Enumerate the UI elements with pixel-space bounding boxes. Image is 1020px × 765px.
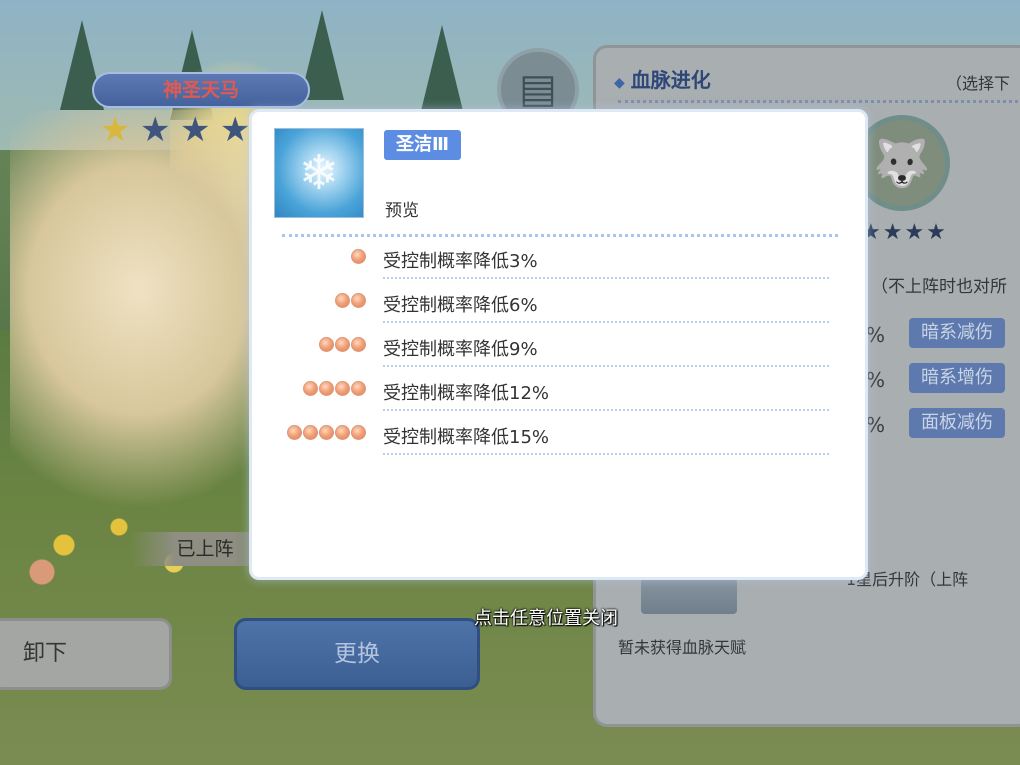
tier-text: 受控制概率降低3% [383,251,538,272]
ice-spirit-icon: ❄ [298,145,340,201]
orb-icon [319,337,334,352]
skill-preview-popup: ❄ 圣洁Ⅲ 预览 受控制概率降低3% 受控制概率降低6% 受控制概率降低9% 受… [249,109,868,580]
orb-icon [303,381,318,396]
tier-text: 受控制概率降低6% [383,295,538,316]
divider [282,234,838,237]
tier-row: 受控制概率降低12% [252,371,871,415]
tier-divider [383,321,829,323]
tier-divider [383,365,829,367]
orb-icon [351,425,366,440]
tier-row: 受控制概率降低6% [252,283,871,327]
tier-orbs [287,425,366,440]
preview-label: 预览 [385,201,419,221]
tier-divider [383,277,829,279]
tier-orbs [303,381,366,396]
tier-orbs [351,249,366,264]
tier-orbs [319,337,366,352]
orb-icon [351,381,366,396]
orb-icon [287,425,302,440]
orb-icon [335,293,350,308]
orb-icon [351,337,366,352]
orb-icon [303,425,318,440]
tier-row: 受控制概率降低9% [252,327,871,371]
orb-icon [319,425,334,440]
skill-icon: ❄ [274,128,364,218]
orb-icon [351,293,366,308]
orb-icon [335,337,350,352]
orb-icon [335,381,350,396]
tier-text: 受控制概率降低9% [383,339,538,360]
orb-icon [351,249,366,264]
tier-row: 受控制概率降低15% [252,415,871,459]
orb-icon [319,381,334,396]
tier-divider [383,453,829,455]
skill-name-tag: 圣洁Ⅲ [384,130,462,160]
orb-icon [335,425,350,440]
close-hint: 点击任意位置关闭 [474,608,618,629]
tier-row: 受控制概率降低3% [252,239,871,283]
tier-text: 受控制概率降低15% [383,427,550,448]
tier-divider [383,409,829,411]
tier-text: 受控制概率降低12% [383,383,550,404]
tier-orbs [335,293,366,308]
